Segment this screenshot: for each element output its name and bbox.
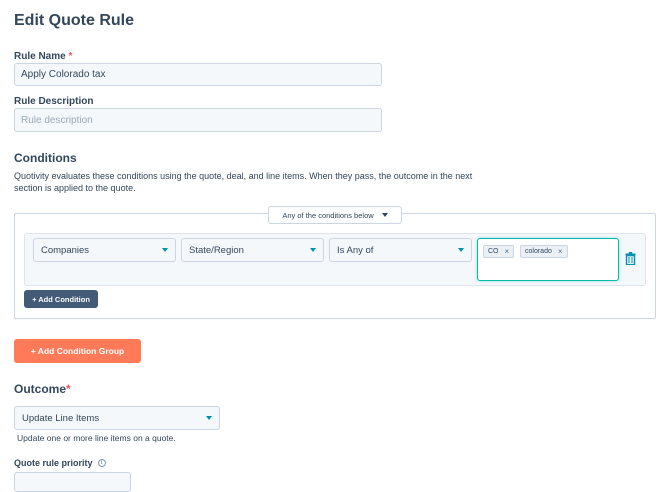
condition-operator-select[interactable]: Is Any of	[329, 238, 472, 262]
conditions-description-line-2: section is applied to the quote.	[14, 183, 136, 193]
outcome-title-text: Outcome	[14, 382, 67, 396]
condition-object-value: Companies	[41, 244, 90, 256]
rule-name-field[interactable]	[14, 63, 382, 86]
outcome-title: Outcome*	[14, 382, 71, 396]
outcome-help-text: Update one or more line items on a quote…	[17, 433, 176, 443]
required-mark: *	[66, 382, 71, 396]
value-tag: colorado ×	[520, 245, 568, 258]
condition-property-select[interactable]: State/Region	[181, 238, 324, 262]
caret-down-icon	[162, 248, 168, 252]
rule-name-label-text: Rule Name	[14, 51, 66, 62]
conditions-logic-select-label: Any of the conditions below	[282, 210, 374, 220]
caret-down-icon	[310, 248, 316, 252]
condition-values-input[interactable]: CO × colorado ×	[477, 238, 619, 281]
caret-down-icon	[206, 416, 212, 420]
add-condition-button[interactable]: + Add Condition	[24, 290, 98, 308]
close-icon[interactable]: ×	[558, 247, 563, 256]
priority-label: Quote rule priority	[14, 458, 93, 468]
outcome-select-value: Update Line Items	[22, 412, 100, 424]
value-tag: CO ×	[483, 245, 515, 258]
rule-name-input[interactable]	[21, 69, 375, 80]
page-title: Edit Quote Rule	[14, 12, 134, 29]
rule-description-field[interactable]	[14, 108, 382, 132]
priority-input[interactable]	[14, 472, 131, 492]
rule-description-input[interactable]	[21, 114, 375, 126]
value-tag-label: colorado	[525, 248, 552, 255]
conditions-description-line-1: Quotivity evaluates these conditions usi…	[14, 171, 473, 181]
conditions-description: Quotivity evaluates these conditions usi…	[14, 170, 554, 194]
close-icon[interactable]: ×	[505, 247, 510, 256]
caret-down-icon	[458, 248, 464, 252]
condition-object-select[interactable]: Companies	[33, 238, 176, 262]
conditions-title: Conditions	[14, 151, 77, 165]
add-condition-group-button[interactable]: + Add Condition Group	[14, 339, 141, 363]
outcome-select[interactable]: Update Line Items	[14, 406, 220, 430]
required-mark: *	[68, 51, 73, 62]
condition-operator-value: Is Any of	[337, 244, 374, 256]
priority-label-row: Quote rule priority i	[14, 458, 106, 468]
condition-property-value: State/Region	[189, 244, 244, 256]
info-icon[interactable]: i	[97, 459, 106, 467]
trash-icon[interactable]	[625, 252, 636, 266]
rule-name-label: Rule Name *	[14, 51, 72, 62]
conditions-logic-select[interactable]: Any of the conditions below	[268, 206, 402, 224]
rule-description-label: Rule Description	[14, 96, 94, 107]
caret-down-icon	[381, 213, 388, 217]
value-tag-label: CO	[488, 248, 499, 255]
